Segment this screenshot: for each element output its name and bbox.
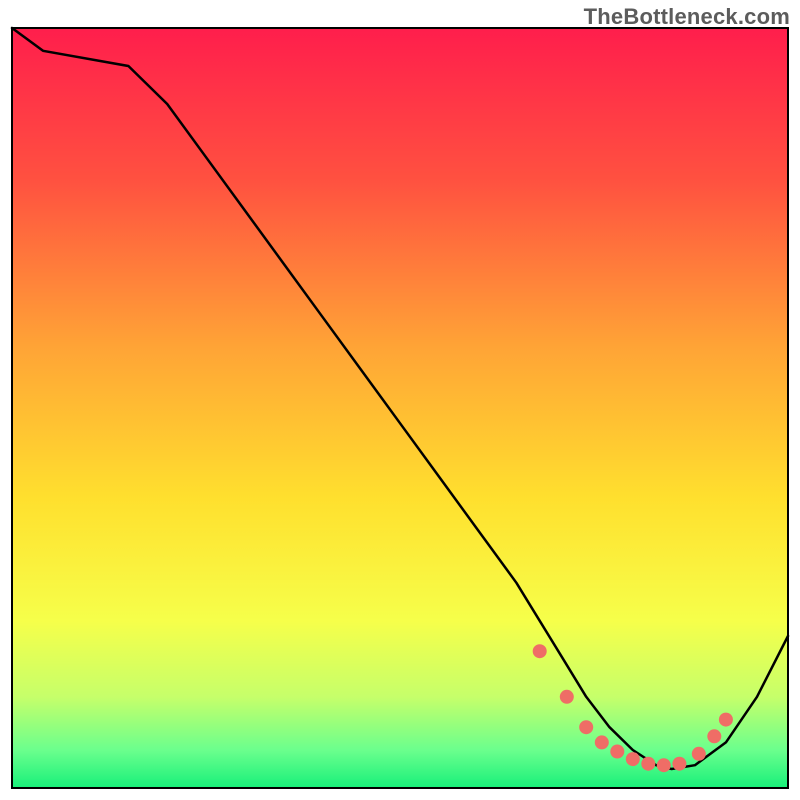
chart-container: TheBottleneck.com <box>0 0 800 800</box>
marker-dot <box>626 752 640 766</box>
gradient-background <box>12 28 788 788</box>
marker-dot <box>579 720 593 734</box>
marker-dot <box>610 745 624 759</box>
marker-dot <box>692 747 706 761</box>
marker-dot <box>533 644 547 658</box>
marker-dot <box>707 729 721 743</box>
marker-dot <box>595 735 609 749</box>
marker-dot <box>672 757 686 771</box>
watermark-label: TheBottleneck.com <box>584 4 790 30</box>
chart-plot <box>0 0 800 800</box>
marker-dot <box>641 757 655 771</box>
marker-dot <box>560 690 574 704</box>
marker-dot <box>719 713 733 727</box>
marker-dot <box>657 758 671 772</box>
